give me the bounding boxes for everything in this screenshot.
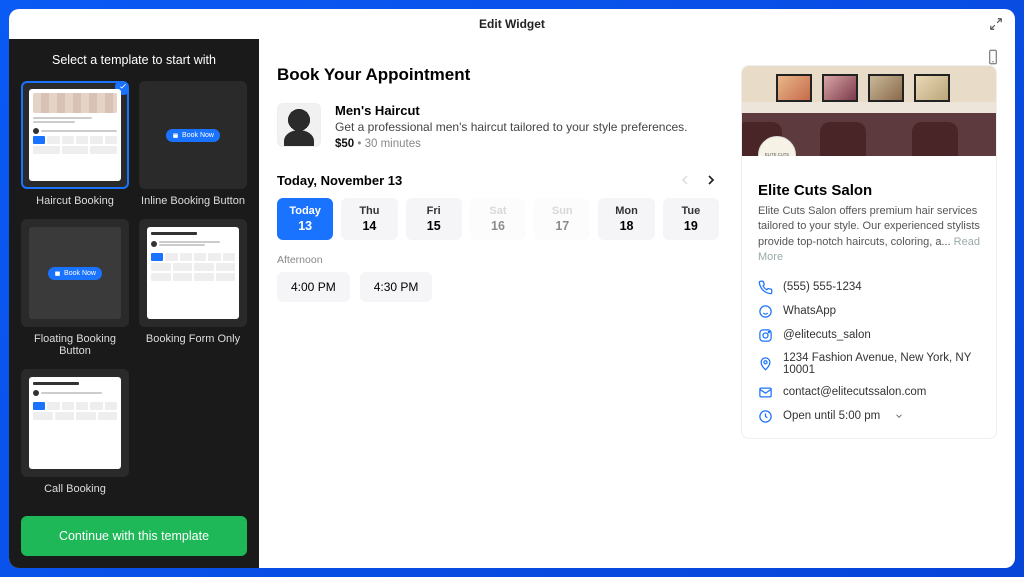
day-option: Sun17 (534, 198, 590, 240)
day-option[interactable]: Thu14 (341, 198, 397, 240)
template-label: Floating Booking Button (21, 333, 129, 357)
service-name: Men's Haircut (335, 103, 687, 118)
booking-heading: Book Your Appointment (277, 65, 719, 85)
day-option[interactable]: Today13 (277, 198, 333, 240)
time-section-label: Afternoon (277, 254, 719, 266)
service-price: $50 (335, 138, 354, 150)
phone-icon (758, 280, 773, 295)
service-avatar (277, 103, 321, 147)
time-slot[interactable]: 4:30 PM (360, 272, 433, 302)
whatsapp-icon (758, 304, 773, 319)
service-description: Get a professional men's haircut tailore… (335, 120, 687, 134)
location-icon (758, 356, 773, 371)
template-haircut-booking: Haircut Booking (21, 81, 129, 207)
template-grid: Haircut Booking Book Now Inline Booking … (21, 81, 247, 495)
template-call-booking: Call Booking (21, 369, 129, 495)
titlebar: Edit Widget (9, 9, 1015, 39)
window-title: Edit Widget (479, 17, 545, 31)
service-meta: $50 • 30 minutes (335, 138, 687, 150)
template-label: Inline Booking Button (141, 195, 245, 207)
expand-icon[interactable] (989, 17, 1003, 31)
template-floating-button: Book Now Floating Booking Button (21, 219, 129, 357)
business-info-row[interactable]: WhatsApp (758, 304, 980, 319)
info-text: 1234 Fashion Avenue, New York, NY 10001 (783, 352, 980, 376)
book-now-pill: Book Now (48, 267, 102, 280)
time-slot[interactable]: 4:00 PM (277, 272, 350, 302)
template-inline-button: Book Now Inline Booking Button (139, 81, 247, 207)
instagram-icon (758, 328, 773, 343)
business-info-row[interactable]: (555) 555-1234 (758, 280, 980, 295)
template-label: Booking Form Only (146, 333, 240, 345)
business-card: ELITE CUTS Elite Cuts Salon Elite Cuts S… (741, 65, 997, 439)
date-header: Today, November 13 (277, 172, 719, 188)
template-label: Haircut Booking (36, 195, 114, 207)
chevron-down-icon (894, 411, 904, 421)
business-description: Elite Cuts Salon offers premium hair ser… (758, 204, 980, 266)
business-name: Elite Cuts Salon (758, 182, 980, 199)
business-hero-image: ELITE CUTS (742, 66, 996, 156)
service-duration: 30 minutes (365, 138, 421, 150)
day-option[interactable]: Mon18 (598, 198, 654, 240)
business-info-row[interactable]: @elitecuts_salon (758, 328, 980, 343)
info-text: @elitecuts_salon (783, 329, 871, 341)
device-phone-icon[interactable] (985, 49, 1001, 65)
business-info-row[interactable]: contact@elitecutssalon.com (758, 385, 980, 400)
info-text: Open until 5:00 pm (783, 410, 880, 422)
info-text: contact@elitecutssalon.com (783, 386, 926, 398)
main-preview: Book Your Appointment Men's Haircut Get … (259, 39, 1015, 568)
info-text: WhatsApp (783, 305, 836, 317)
day-option[interactable]: Tue19 (663, 198, 719, 240)
info-text: (555) 555-1234 (783, 281, 862, 293)
template-sidebar: Select a template to start with (9, 39, 259, 568)
template-thumb[interactable]: Book Now (139, 81, 247, 189)
book-now-pill: Book Now (166, 129, 220, 142)
business-info-rows: (555) 555-1234 WhatsApp @elitecuts_salon 12… (758, 280, 980, 424)
day-selector: Today13Thu14Fri15Sat16Sun17Mon18Tue19 (277, 198, 719, 240)
template-thumb[interactable] (139, 219, 247, 327)
next-arrow-icon[interactable] (703, 172, 719, 188)
clock-icon (758, 409, 773, 424)
business-info-row[interactable]: Open until 5:00 pm (758, 409, 980, 424)
template-label: Call Booking (44, 483, 106, 495)
template-thumb[interactable]: Book Now (21, 219, 129, 327)
email-icon (758, 385, 773, 400)
template-thumb[interactable] (21, 369, 129, 477)
booking-panel: Book Your Appointment Men's Haircut Get … (277, 65, 719, 542)
day-option: Sat16 (470, 198, 526, 240)
edit-widget-window: Edit Widget Select a template to start w… (9, 9, 1015, 568)
time-slots: 4:00 PM 4:30 PM (277, 272, 719, 302)
sidebar-title: Select a template to start with (21, 53, 247, 67)
prev-arrow-icon (677, 172, 693, 188)
template-booking-form: Booking Form Only (139, 219, 247, 357)
continue-button[interactable]: Continue with this template (21, 516, 247, 556)
template-thumb[interactable] (21, 81, 129, 189)
business-info-row[interactable]: 1234 Fashion Avenue, New York, NY 10001 (758, 352, 980, 376)
date-title: Today, November 13 (277, 173, 402, 188)
service-row: Men's Haircut Get a professional men's h… (277, 103, 719, 150)
day-option[interactable]: Fri15 (406, 198, 462, 240)
